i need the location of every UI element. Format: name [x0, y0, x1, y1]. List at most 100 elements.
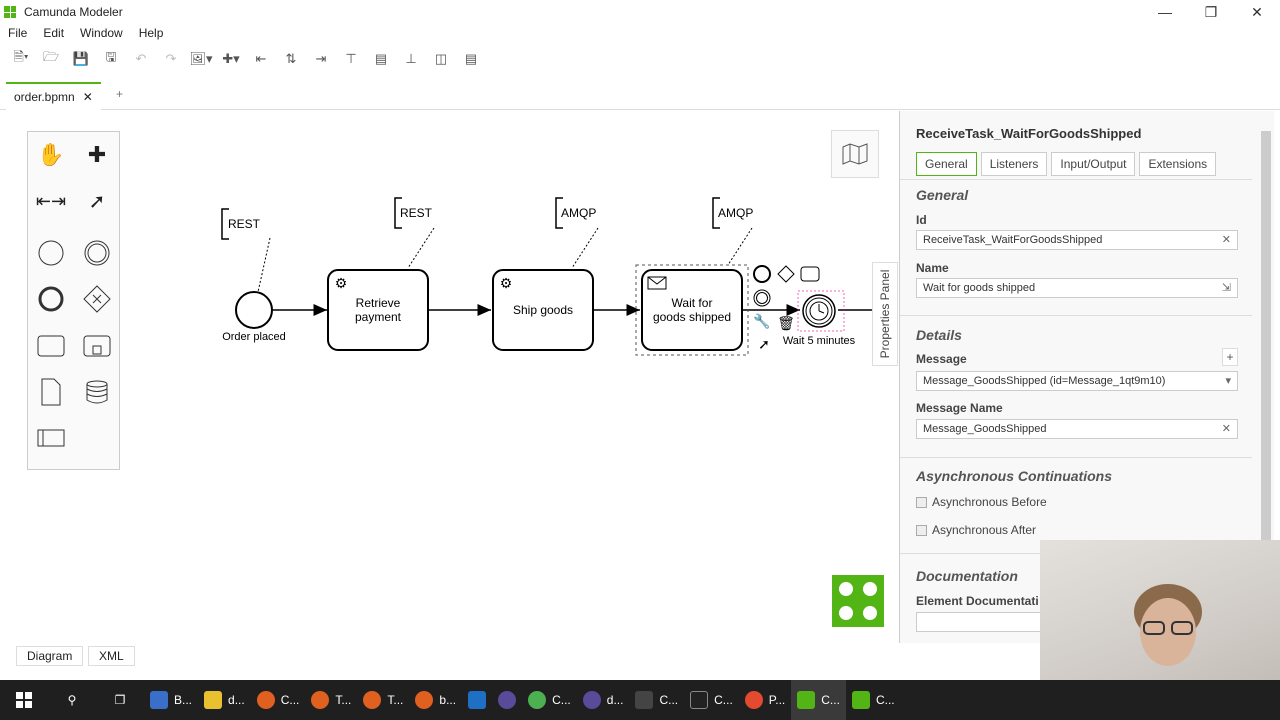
taskbar-item[interactable]: C... [791, 680, 846, 720]
global-connect-icon[interactable]: ➚ [80, 184, 114, 218]
id-value: ReceiveTask_WaitForGoodsShipped [923, 234, 1103, 246]
properties-panel-toggle-label: Properties Panel [878, 269, 892, 359]
tab-extensions[interactable]: Extensions [1139, 152, 1217, 176]
gateway-icon[interactable] [80, 282, 114, 316]
connect-arrow-icon: ➚ [758, 336, 770, 352]
clear-icon[interactable]: ✕ [1222, 420, 1231, 438]
task-view-icon[interactable]: ❐ [96, 680, 144, 720]
name-field[interactable]: Wait for goods shipped ⇲ [916, 278, 1238, 298]
id-label: Id [916, 213, 927, 227]
start-event-order-placed[interactable]: Order placed [222, 291, 286, 343]
id-field[interactable]: ReceiveTask_WaitForGoodsShipped ✕ [916, 230, 1238, 250]
taskbar-item[interactable]: C... [684, 680, 739, 720]
hand-tool-icon[interactable]: ✋ [34, 138, 68, 172]
documentation-heading: Documentation [916, 568, 1018, 584]
details-heading: Details [916, 327, 962, 343]
taskbar-item[interactable]: d... [198, 680, 251, 720]
gateway-icon [777, 265, 795, 283]
camunda-logo-icon [832, 575, 884, 627]
annotation-amqp-1[interactable]: AMQP [555, 197, 599, 269]
windows-start-icon[interactable] [0, 680, 48, 720]
data-store-icon[interactable] [80, 375, 114, 409]
trash-icon: 🗑 [777, 315, 795, 331]
tab-general[interactable]: General [916, 152, 977, 176]
map-icon [842, 143, 868, 165]
taskbar-item[interactable]: b... [409, 680, 462, 720]
message-name-field[interactable]: Message_GoodsShipped ✕ [916, 419, 1238, 439]
taskbar-item[interactable]: d... [577, 680, 630, 720]
close-icon[interactable]: ✕ [1234, 0, 1280, 24]
wrench-icon: 🔧 [753, 312, 770, 330]
search-icon[interactable]: ⚲ [48, 680, 96, 720]
data-object-icon[interactable] [34, 375, 68, 409]
documentation-label: Element Documentati [916, 594, 1039, 608]
tab-diagram[interactable]: Diagram [16, 646, 84, 666]
eclipse-icon [582, 691, 601, 709]
envelope-icon [647, 276, 667, 290]
chevron-down-icon: ▾ [1225, 375, 1231, 387]
add-message-button[interactable]: + [1222, 348, 1238, 366]
message-select-value: Message_GoodsShipped (id=Message_1qt9m10… [923, 375, 1166, 387]
async-after-checkbox[interactable]: Asynchronous After [916, 523, 1036, 537]
tab-xml[interactable]: XML [88, 646, 135, 666]
lasso-tool-icon[interactable]: ✚ [80, 138, 114, 172]
pool-icon[interactable] [34, 421, 68, 455]
taskbar-item[interactable]: P... [739, 680, 791, 720]
taskbar-item[interactable]: T... [305, 680, 357, 720]
end-event-icon [753, 265, 771, 283]
taskbar-item[interactable] [492, 680, 522, 720]
taskbar-item[interactable] [462, 680, 492, 720]
folder-icon [204, 691, 223, 709]
svg-text:Ship goods: Ship goods [513, 303, 573, 317]
camunda-icon [851, 691, 870, 709]
console-icon [690, 691, 709, 709]
service-task-retrieve-payment[interactable]: ⚙ Retrieve payment [327, 269, 429, 351]
properties-panel-toggle[interactable]: Properties Panel [872, 262, 898, 366]
async-after-label: Asynchronous After [932, 523, 1037, 537]
task-icon[interactable] [34, 329, 68, 363]
end-event-icon[interactable] [34, 282, 68, 316]
async-before-checkbox[interactable]: Asynchronous Before [916, 495, 1047, 509]
restore-icon[interactable]: ❐ [1188, 0, 1234, 24]
minimap-toggle[interactable] [831, 130, 879, 178]
checkbox-icon[interactable] [916, 524, 927, 536]
space-tool-icon[interactable]: ⇤⇥ [34, 184, 68, 218]
chrome-icon [528, 691, 547, 709]
message-name-label: Message Name [916, 401, 1003, 415]
intermediate-event-icon[interactable] [80, 236, 114, 270]
receive-task-wait-for-goods-shipped[interactable]: Wait for goods shipped [635, 264, 749, 356]
name-label: Name [916, 261, 949, 275]
gear-icon: ⚙ [335, 275, 348, 291]
bpmn-diagram: REST REST AMQP AMQP Order placed ⚙ Retri… [221, 197, 872, 356]
gear-icon: ⚙ [500, 275, 513, 291]
annotation-rest-2[interactable]: REST [394, 197, 435, 269]
annotation-rest-1[interactable]: REST [221, 208, 271, 293]
svg-text:Order placed: Order placed [222, 331, 286, 343]
checkbox-icon[interactable] [916, 496, 927, 508]
service-task-ship-goods[interactable]: ⚙ Ship goods [492, 269, 594, 351]
tab-input-output[interactable]: Input/Output [1051, 152, 1136, 176]
taskbar-item[interactable]: C... [522, 680, 577, 720]
postman-icon [744, 691, 763, 709]
camunda-icon [797, 691, 816, 709]
clear-icon[interactable]: ✕ [1222, 231, 1231, 249]
start-event-icon[interactable] [34, 236, 68, 270]
eclipse-icon [498, 691, 517, 709]
windows-taskbar: ⚲ ❐ B... d... C... T... T... b... C... d… [0, 680, 1280, 720]
name-value: Wait for goods shipped [923, 282, 1036, 294]
minimize-icon[interactable]: — [1142, 0, 1188, 24]
message-select[interactable]: Message_GoodsShipped (id=Message_1qt9m10… [916, 371, 1238, 391]
async-heading: Asynchronous Continuations [916, 468, 1112, 484]
taskbar-item[interactable]: C... [846, 680, 901, 720]
taskbar-item[interactable]: T... [357, 680, 409, 720]
firefox-icon [256, 691, 275, 709]
subprocess-icon[interactable] [80, 329, 114, 363]
tab-listeners[interactable]: Listeners [980, 152, 1048, 176]
async-before-label: Asynchronous Before [932, 495, 1047, 509]
taskbar-item[interactable]: C... [251, 680, 306, 720]
taskbar-item[interactable]: C... [629, 680, 684, 720]
message-label: Message [916, 352, 967, 366]
resize-handle-icon[interactable]: ⇲ [1222, 279, 1231, 297]
taskbar-item[interactable]: B... [144, 680, 198, 720]
annotation-amqp-2[interactable]: AMQP [712, 197, 753, 266]
